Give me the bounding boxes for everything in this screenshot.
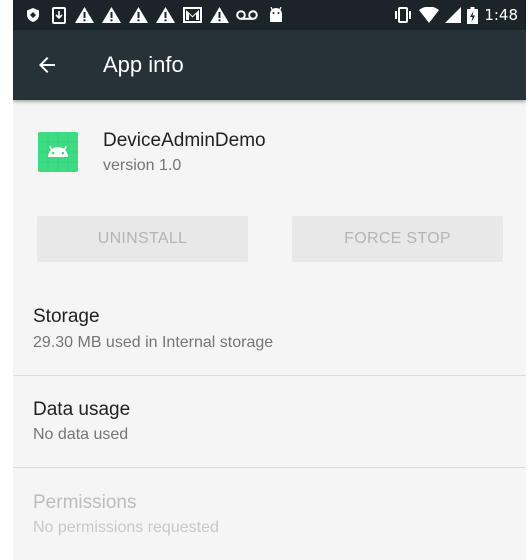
warning-icon	[156, 7, 175, 23]
data-usage-summary: No data used	[33, 426, 129, 443]
android-app-icon	[38, 132, 78, 172]
permissions-summary: No permissions requested	[33, 519, 219, 536]
warning-icon	[75, 7, 94, 23]
app-name: DeviceAdminDemo	[103, 130, 266, 151]
vibrate-icon	[395, 7, 412, 23]
warning-icon	[102, 7, 121, 23]
status-time: 1:48	[484, 6, 518, 24]
app-version: version 1.0	[103, 157, 182, 174]
uninstall-button[interactable]: UNINSTALL	[37, 216, 248, 262]
permissions-title: Permissions	[33, 492, 137, 513]
wifi-icon	[419, 7, 440, 23]
status-bar-right: 1:48	[393, 5, 518, 25]
storage-summary: 29.30 MB used in Internal storage	[33, 334, 274, 351]
storage-title: Storage	[33, 306, 100, 327]
warning-icon	[129, 7, 148, 23]
voicemail-icon	[236, 10, 258, 20]
gmail-icon	[183, 7, 202, 23]
signal-icon	[445, 7, 462, 23]
download-icon	[52, 7, 66, 24]
page-title: App info	[103, 52, 184, 77]
android-icon	[270, 7, 282, 22]
permissions-pref[interactable]: Permissions No permissions requested	[13, 468, 526, 560]
status-bar: 1:48	[13, 0, 526, 30]
app-bar: App info	[13, 30, 526, 100]
app-header: DeviceAdminDemo version 1.0	[13, 100, 526, 195]
data-usage-title: Data usage	[33, 399, 131, 420]
data-usage-pref[interactable]: Data usage No data used	[13, 376, 526, 467]
app-info-screen: 1:48 App info DeviceAdminDemo version 1.…	[13, 0, 526, 560]
arrow-back-icon[interactable]	[35, 53, 59, 77]
force-stop-button[interactable]: FORCE STOP	[292, 216, 503, 262]
shield-icon	[27, 8, 39, 22]
warning-icon	[210, 7, 229, 23]
storage-pref[interactable]: Storage 29.30 MB used in Internal storag…	[13, 290, 526, 375]
battery-charging-icon	[467, 6, 479, 24]
